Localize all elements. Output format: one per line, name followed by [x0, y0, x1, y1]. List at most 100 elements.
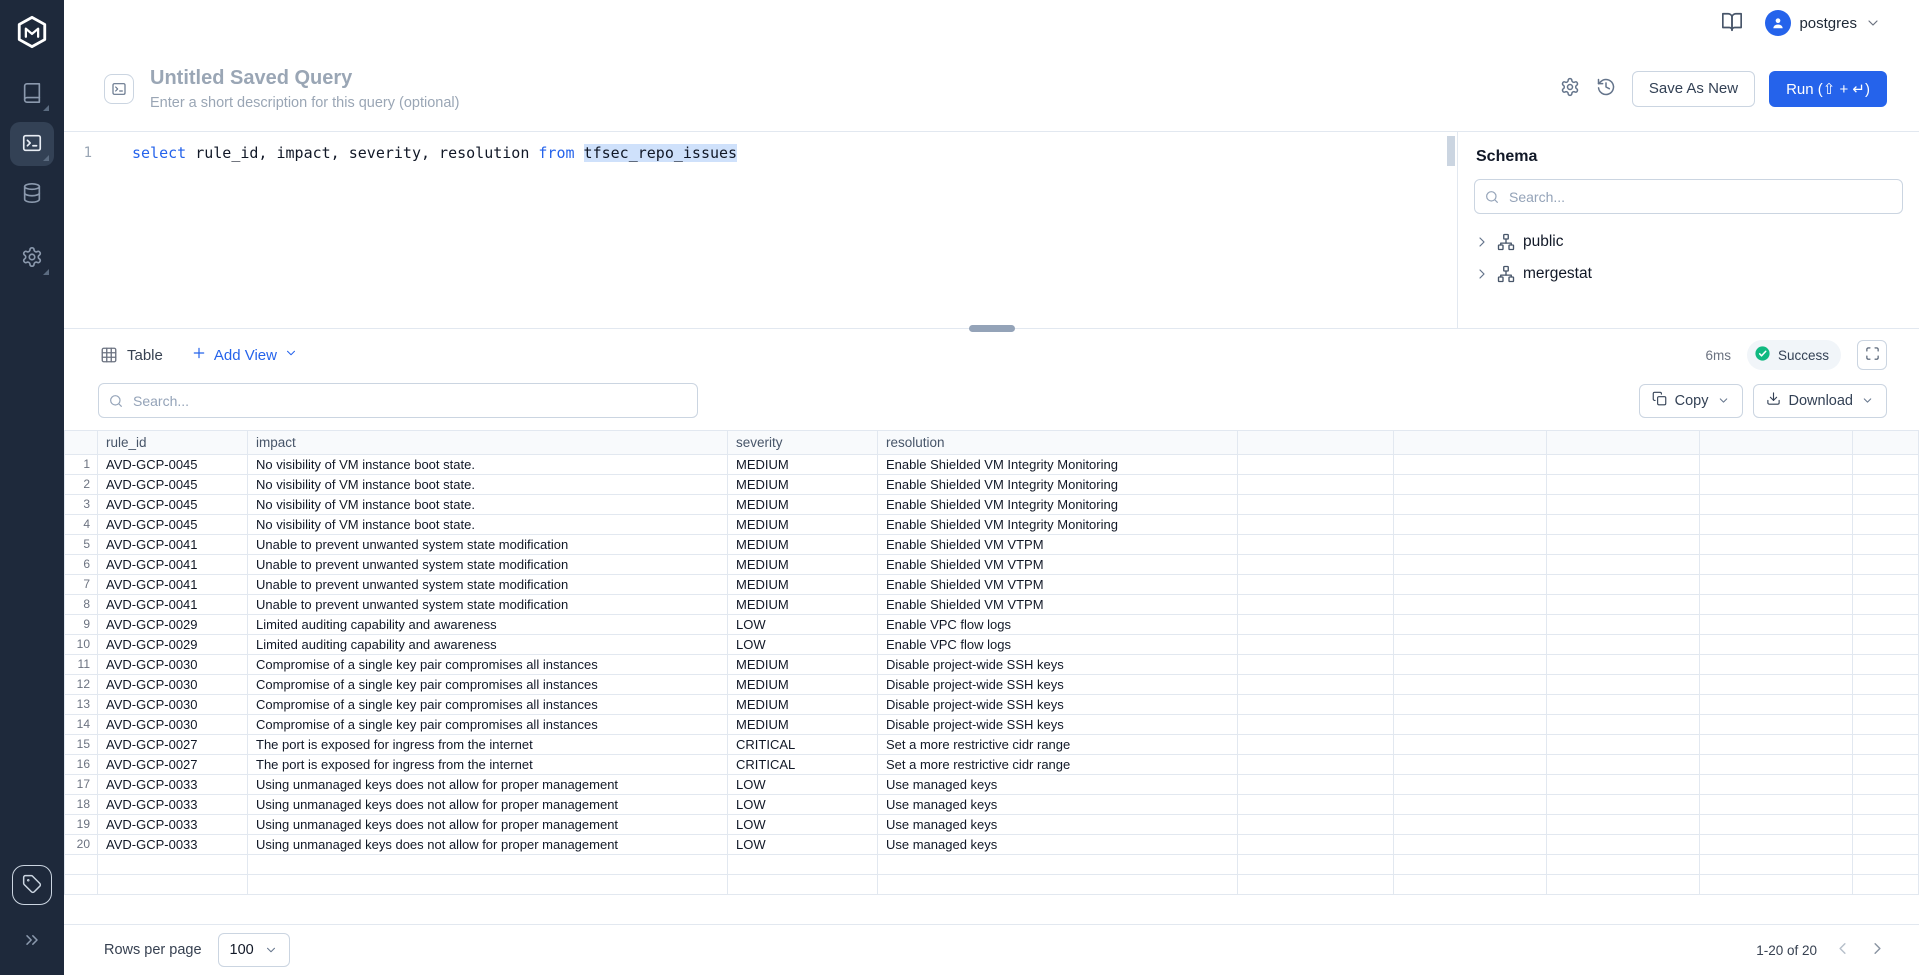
table-cell: The port is exposed for ingress from the… [248, 755, 728, 775]
results-table-wrap: rule_idimpactseverityresolution 1AVD-GCP… [64, 430, 1919, 924]
expand-sidebar-button[interactable] [10, 919, 54, 963]
repos-icon [21, 82, 43, 107]
row-number: 16 [65, 755, 98, 775]
table-cell: AVD-GCP-0041 [98, 595, 248, 615]
row-number: 12 [65, 675, 98, 695]
table-row: 8AVD-GCP-0041Unable to prevent unwanted … [65, 595, 1919, 615]
row-number: 8 [65, 595, 98, 615]
query-settings-button[interactable] [1560, 77, 1580, 100]
tab-table[interactable]: Table [100, 346, 163, 364]
table-cell: LOW [728, 815, 878, 835]
empty-cell [1394, 715, 1547, 735]
add-view-button[interactable]: Add View [191, 345, 298, 365]
column-header[interactable]: impact [248, 431, 728, 455]
panel-resize-handle[interactable] [969, 325, 1015, 332]
sidebar-item-connections[interactable] [10, 172, 54, 216]
empty-cell [1394, 595, 1547, 615]
table-row: 2AVD-GCP-0045No visibility of VM instanc… [65, 475, 1919, 495]
mergestat-logo[interactable] [14, 14, 50, 50]
empty-cell [1547, 815, 1700, 835]
save-as-new-button[interactable]: Save As New [1632, 71, 1755, 107]
query-title[interactable]: Untitled Saved Query [150, 67, 459, 90]
sidebar-item-queries[interactable] [10, 122, 54, 166]
table-cell: AVD-GCP-0041 [98, 575, 248, 595]
table-cell: Disable project-wide SSH keys [878, 715, 1238, 735]
table-cell: AVD-GCP-0030 [98, 715, 248, 735]
sidebar-item-tags[interactable] [12, 865, 52, 905]
empty-cell [1547, 615, 1700, 635]
query-type-icon [104, 74, 134, 104]
user-menu[interactable]: postgres [1765, 10, 1881, 36]
schema-node-mergestat[interactable]: mergestat [1474, 258, 1903, 290]
empty-cell [1547, 455, 1700, 475]
column-header[interactable]: severity [728, 431, 878, 455]
rows-per-page-select[interactable]: 100 [218, 933, 290, 967]
empty-cell [1700, 475, 1853, 495]
empty-cell [98, 875, 248, 895]
column-header[interactable]: rule_id [98, 431, 248, 455]
gear-icon [1560, 77, 1580, 100]
plus-icon [191, 345, 207, 365]
empty-cell [248, 875, 728, 895]
chevron-down-icon [264, 943, 278, 957]
query-history-button[interactable] [1596, 77, 1616, 100]
empty-cell [1700, 675, 1853, 695]
table-cell: Enable Shielded VM Integrity Monitoring [878, 475, 1238, 495]
table-cell: AVD-GCP-0029 [98, 635, 248, 655]
results-status-group: 6ms Success [1705, 340, 1887, 370]
empty-cell [1700, 795, 1853, 815]
sql-editor[interactable]: 1 select rule_id, impact, severity, reso… [64, 132, 1457, 328]
table-cell: AVD-GCP-0030 [98, 675, 248, 695]
results-table: rule_idimpactseverityresolution 1AVD-GCP… [64, 430, 1919, 895]
row-number: 20 [65, 835, 98, 855]
download-button[interactable]: Download [1753, 384, 1888, 418]
results-toolbar: Table Add View 6ms Success [64, 329, 1919, 381]
schema-node-public[interactable]: public [1474, 226, 1903, 258]
table-row: 18AVD-GCP-0033Using unmanaged keys does … [65, 795, 1919, 815]
sidebar-item-repos[interactable] [10, 72, 54, 116]
table-cell: Set a more restrictive cidr range [878, 755, 1238, 775]
table-cell: AVD-GCP-0045 [98, 455, 248, 475]
table-row: 14AVD-GCP-0030Compromise of a single key… [65, 715, 1919, 735]
row-number: 5 [65, 535, 98, 555]
gear-icon [21, 246, 43, 271]
prev-page-button[interactable] [1833, 939, 1852, 961]
chevron-down-icon [1717, 394, 1730, 407]
sidebar-item-settings[interactable] [10, 236, 54, 280]
search-icon [1484, 189, 1500, 205]
table-cell: AVD-GCP-0030 [98, 695, 248, 715]
sidebar-nav [10, 72, 54, 280]
run-button[interactable]: Run (⇧ + ↵) [1769, 71, 1887, 107]
table-cell: LOW [728, 615, 878, 635]
table-row: 6AVD-GCP-0041Unable to prevent unwanted … [65, 555, 1919, 575]
table-cell: No visibility of VM instance boot state. [248, 455, 728, 475]
expand-node-icon[interactable] [1474, 266, 1490, 282]
empty-cell [1238, 695, 1394, 715]
table-cell: Use managed keys [878, 835, 1238, 855]
table-row: 9AVD-GCP-0029Limited auditing capability… [65, 615, 1919, 635]
next-page-button[interactable] [1868, 939, 1887, 961]
column-header[interactable]: resolution [878, 431, 1238, 455]
row-number: 18 [65, 795, 98, 815]
row-number: 3 [65, 495, 98, 515]
expand-results-button[interactable] [1857, 340, 1887, 370]
copy-button[interactable]: Copy [1639, 384, 1743, 418]
results-search-input[interactable] [98, 383, 698, 418]
empty-cell [728, 855, 878, 875]
docs-button[interactable] [1721, 11, 1743, 36]
empty-cell [1394, 675, 1547, 695]
table-cell: No visibility of VM instance boot state. [248, 495, 728, 515]
schema-search-input[interactable] [1474, 179, 1903, 214]
empty-cell [1700, 815, 1853, 835]
empty-column-header [1238, 431, 1394, 455]
row-number: 6 [65, 555, 98, 575]
empty-cell [1547, 715, 1700, 735]
empty-cell [1853, 555, 1919, 575]
editor-scrollbar[interactable] [1447, 136, 1455, 166]
empty-cell [1853, 835, 1919, 855]
empty-cell [1853, 655, 1919, 675]
empty-cell [1238, 715, 1394, 735]
expand-node-icon[interactable] [1474, 234, 1490, 250]
table-cell: MEDIUM [728, 495, 878, 515]
query-description[interactable]: Enter a short description for this query… [150, 95, 459, 111]
